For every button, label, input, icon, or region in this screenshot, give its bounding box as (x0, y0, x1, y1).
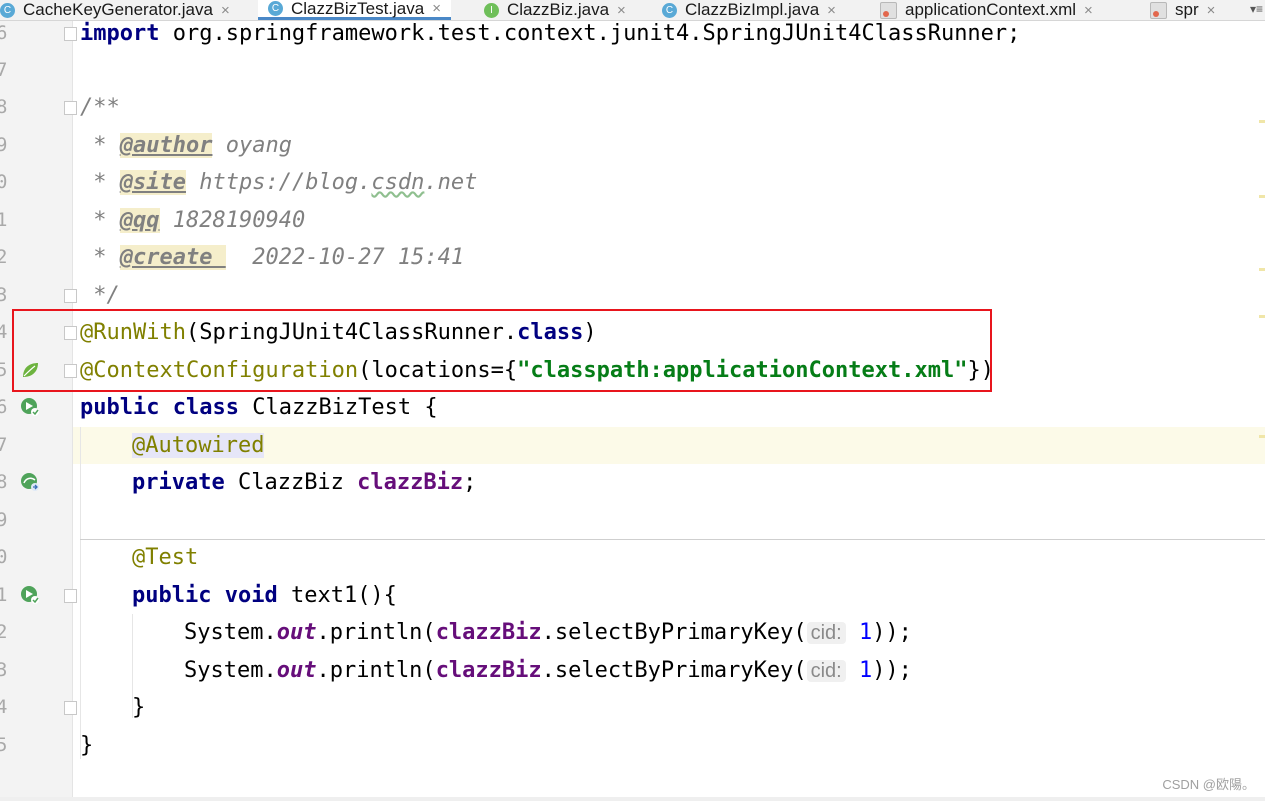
code-text: * @qq 1828190940 (80, 208, 306, 233)
code-text: System.out.println(clazzBiz.selectByPrim… (184, 620, 912, 645)
code-text: * @author oyang (80, 133, 292, 158)
line-number: 2 (0, 621, 8, 643)
code-line[interactable]: 0 * @site https://blog.csdn.net (0, 164, 1265, 201)
line-number: 1 (0, 209, 8, 231)
code-line[interactable]: 7 @Autowired (0, 427, 1265, 464)
code-line[interactable]: 9 * @author oyang (0, 127, 1265, 164)
code-text: System.out.println(clazzBiz.selectByPrim… (184, 658, 912, 683)
code-line[interactable]: 7 (0, 52, 1265, 89)
code-line[interactable]: 5 } (0, 727, 1265, 764)
parameter-hint: cid: (806, 660, 846, 682)
horizontal-scrollbar[interactable] (0, 797, 1265, 801)
tab-list-menu-icon[interactable]: ▾≡ (1250, 2, 1263, 16)
code-line[interactable]: 1 * @qq 1828190940 (0, 202, 1265, 239)
code-line[interactable]: 0 @Test (0, 539, 1265, 576)
code-line[interactable]: 8 private ClazzBiz clazzBiz; (0, 464, 1265, 501)
run-test-icon[interactable] (20, 397, 40, 417)
fold-marker[interactable] (64, 27, 77, 41)
class-icon: C (268, 1, 283, 16)
code-line[interactable]: 4 } (0, 689, 1265, 726)
code-text: import org.springframework.test.context.… (80, 21, 1021, 46)
parameter-hint: cid: (806, 622, 846, 644)
fold-marker[interactable] (64, 701, 77, 715)
code-text: public class ClazzBizTest { (80, 395, 438, 420)
line-number: 3 (0, 659, 8, 681)
line-number: 6 (0, 396, 8, 418)
line-number: 2 (0, 246, 8, 268)
code-text: @Test (132, 545, 199, 570)
code-text: * @create 2022-10-27 15:41 (80, 245, 465, 270)
fold-marker[interactable] (64, 589, 77, 603)
line-number: 8 (0, 471, 8, 493)
code-line[interactable]: 6 public class ClazzBizTest { (0, 389, 1265, 426)
line-number: 0 (0, 171, 8, 193)
line-number: 6 (0, 22, 8, 44)
run-test-icon[interactable] (20, 585, 40, 605)
line-number: 7 (0, 434, 8, 456)
code-line[interactable]: 8 /** (0, 89, 1265, 126)
fold-marker[interactable] (64, 101, 77, 115)
code-line[interactable]: 1 public void text1(){ (0, 577, 1265, 614)
code-text: /** (80, 95, 120, 120)
line-number: 5 (0, 734, 8, 756)
code-line[interactable]: 9 (0, 502, 1265, 539)
autowired-navigate-icon[interactable] (20, 472, 40, 492)
code-line[interactable]: 3 System.out.println(clazzBiz.selectByPr… (0, 652, 1265, 689)
line-number: 9 (0, 509, 8, 531)
line-number: 8 (0, 96, 8, 118)
code-text: } (80, 733, 94, 758)
code-text: * @site https://blog.csdn.net (80, 170, 478, 195)
code-text: } (132, 695, 146, 720)
fold-marker[interactable] (64, 289, 77, 303)
line-number: 4 (0, 321, 8, 343)
line-number: 0 (0, 546, 8, 568)
code-text: private ClazzBiz clazzBiz; (132, 470, 477, 495)
line-number: 1 (0, 584, 8, 606)
line-number: 5 (0, 359, 8, 381)
line-number: 3 (0, 284, 8, 306)
code-line[interactable]: 6 import org.springframework.test.contex… (0, 15, 1265, 52)
watermark: CSDN @欧陽。 (1162, 777, 1255, 792)
line-number: 7 (0, 59, 8, 81)
highlight-box (12, 309, 992, 392)
code-line[interactable]: 2 System.out.println(clazzBiz.selectByPr… (0, 614, 1265, 651)
code-line[interactable]: 2 * @create 2022-10-27 15:41 (0, 239, 1265, 276)
line-number: 9 (0, 134, 8, 156)
code-text: public void text1(){ (132, 583, 397, 608)
line-number: 4 (0, 696, 8, 718)
code-text: @Autowired (132, 433, 265, 458)
